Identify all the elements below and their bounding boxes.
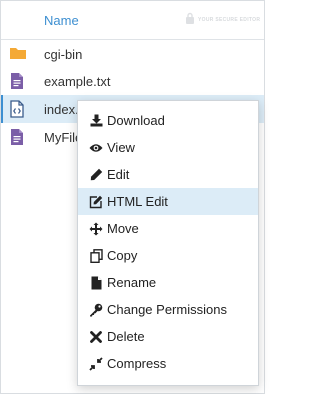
eye-icon <box>89 141 103 155</box>
code-file-icon <box>9 100 25 118</box>
menu-item-change-permissions[interactable]: Change Permissions <box>78 296 258 323</box>
key-icon <box>89 303 103 317</box>
file-icon <box>89 276 103 290</box>
folder-icon <box>9 45 26 63</box>
menu-item-label: HTML Edit <box>107 194 168 209</box>
text-file-icon <box>9 128 25 146</box>
watermark: YOUR SECURE EDITOR <box>185 11 261 29</box>
lock-icon <box>185 11 195 29</box>
menu-item-label: Move <box>107 221 139 236</box>
menu-item-label: Delete <box>107 329 145 344</box>
menu-item-delete[interactable]: Delete <box>78 323 258 350</box>
menu-item-html-edit[interactable]: HTML Edit <box>78 188 258 215</box>
menu-item-compress[interactable]: Compress <box>78 350 258 377</box>
file-row[interactable]: example.txt <box>1 67 264 95</box>
menu-item-label: Edit <box>107 167 130 182</box>
menu-item-copy[interactable]: Copy <box>78 242 258 269</box>
pencil-icon <box>89 168 103 182</box>
menu-item-download[interactable]: Download <box>78 107 258 134</box>
name-column-header[interactable]: Name <box>44 13 79 28</box>
context-menu: Download View Edit HTML Edit Move Copy R… <box>77 100 259 386</box>
file-name: example.txt <box>44 74 111 89</box>
compress-icon <box>89 356 103 371</box>
x-icon <box>89 330 103 344</box>
menu-item-edit[interactable]: Edit <box>78 161 258 188</box>
menu-item-label: Change Permissions <box>107 302 227 317</box>
file-name: cgi-bin <box>44 47 83 62</box>
download-icon <box>89 114 103 128</box>
text-file-icon <box>9 72 25 90</box>
menu-item-view[interactable]: View <box>78 134 258 161</box>
menu-item-label: View <box>107 140 135 155</box>
menu-item-rename[interactable]: Rename <box>78 269 258 296</box>
menu-item-label: Compress <box>107 356 167 371</box>
menu-item-label: Rename <box>107 275 157 290</box>
file-row[interactable]: cgi-bin <box>1 40 264 68</box>
menu-item-label: Copy <box>107 248 138 263</box>
copy-icon <box>89 248 103 263</box>
move-arrows-icon <box>89 222 103 236</box>
edit-square-icon <box>89 195 103 209</box>
file-list-header: Name YOUR SECURE EDITOR <box>1 1 264 40</box>
menu-item-label: Download <box>107 113 165 128</box>
watermark-text: YOUR SECURE EDITOR <box>198 17 261 23</box>
menu-item-move[interactable]: Move <box>78 215 258 242</box>
file-name: index. <box>44 102 79 117</box>
